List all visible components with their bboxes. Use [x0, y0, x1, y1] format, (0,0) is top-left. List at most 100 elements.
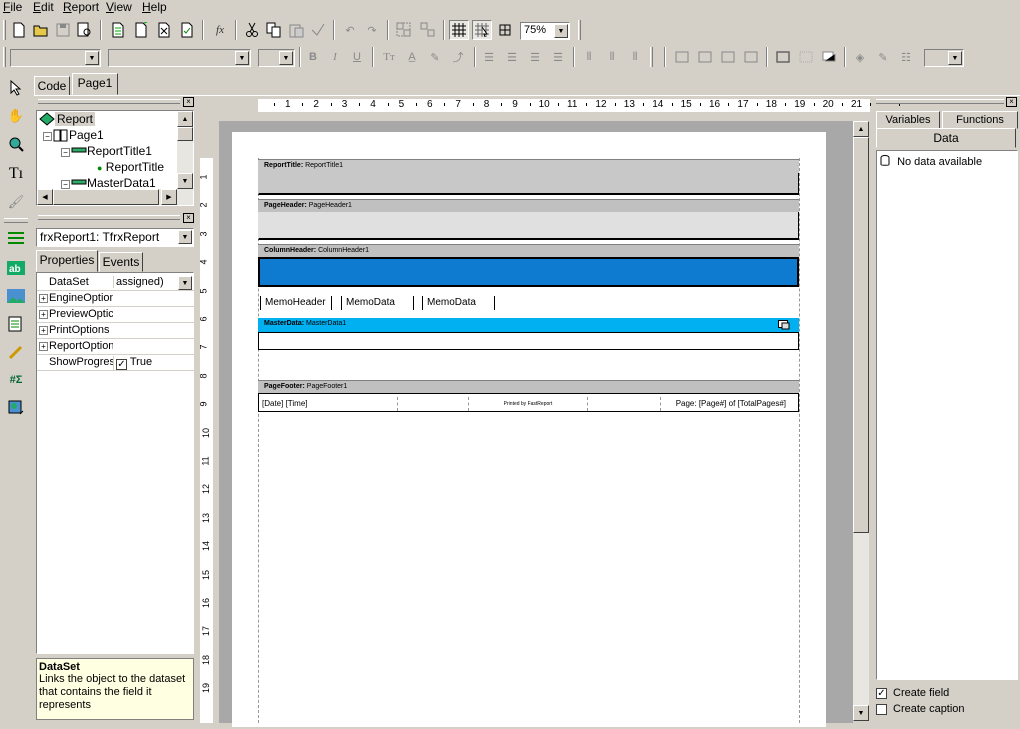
close-icon[interactable]: × — [183, 97, 194, 107]
align-center-icon[interactable]: ☰ — [502, 47, 522, 67]
tab-code[interactable]: Code — [34, 76, 70, 96]
new-page-icon[interactable] — [108, 20, 128, 40]
property-row[interactable]: + EngineOption — [37, 291, 194, 307]
font-color-icon[interactable]: A̲ — [402, 47, 422, 67]
scroll-up-icon[interactable]: ▲ — [177, 111, 193, 127]
show-progress-checkbox[interactable]: ✓ — [116, 359, 127, 370]
font-size-select[interactable]: ▼ — [258, 49, 295, 67]
expand-icon[interactable]: + — [39, 342, 48, 351]
close-icon[interactable]: × — [183, 213, 194, 223]
tree-item-reporttitle1[interactable]: − ReportTitle1 — [61, 144, 152, 158]
zoom-tool-icon[interactable] — [4, 132, 28, 156]
property-row[interactable]: ShowProgres ✓ True — [37, 355, 194, 371]
frame-all-icon[interactable] — [773, 47, 793, 67]
rotation-icon[interactable]: ⤴ — [448, 47, 468, 67]
align-middle-icon[interactable]: ⦀ — [602, 47, 622, 67]
redo-icon[interactable]: ↷ — [362, 20, 382, 40]
draw-line-icon[interactable] — [4, 340, 28, 364]
align-bottom-icon[interactable]: ⦀ — [625, 47, 645, 67]
align-top-icon[interactable]: ⦀ — [579, 47, 599, 67]
tab-page1[interactable]: Page1 — [72, 73, 118, 95]
hand-tool-icon[interactable]: ✋ — [4, 104, 28, 128]
property-row[interactable]: + PreviewOptic — [37, 307, 194, 323]
italic-icon[interactable]: I — [325, 47, 345, 67]
scroll-up-icon[interactable]: ▲ — [853, 121, 869, 137]
band-masterdata-caption[interactable]: MasterData: MasterData1 — [258, 318, 799, 332]
create-field-checkbox[interactable]: ✓ — [876, 688, 887, 699]
menu-help[interactable]: Help — [142, 0, 167, 16]
band-pagefooter-caption[interactable]: PageFooter: PageFooter1 — [258, 380, 799, 393]
band-reporttitle-caption[interactable]: ReportTitle: ReportTitle1 — [258, 159, 799, 173]
memo-header[interactable]: MemoHeader — [260, 296, 332, 310]
toolbar-grip[interactable] — [3, 20, 6, 40]
menu-report[interactable]: Report — [63, 0, 99, 16]
tree-item-reporttitle[interactable]: ● ReportTitle — [97, 160, 164, 174]
align-left-icon[interactable]: ☰ — [479, 47, 499, 67]
fill-color-icon[interactable]: ◈ — [850, 47, 870, 67]
align-to-grid-icon[interactable] — [472, 20, 492, 40]
property-row[interactable]: DataSet assigned) ▼ — [37, 275, 194, 291]
frame-bottom-icon[interactable] — [695, 47, 715, 67]
copy-icon[interactable] — [264, 20, 284, 40]
preview-icon[interactable] — [75, 20, 95, 40]
band-pageheader[interactable] — [258, 212, 799, 240]
expand-icon[interactable]: + — [39, 294, 48, 303]
insert-band-icon[interactable] — [4, 226, 28, 250]
zoom-select[interactable]: 75% ▼ — [520, 22, 570, 40]
band-pageheader-caption[interactable]: PageHeader: PageHeader1 — [258, 199, 799, 212]
new-report-icon[interactable] — [9, 20, 29, 40]
sysmemo-object-icon[interactable]: #Σ — [4, 368, 28, 392]
align-right-icon[interactable]: ☰ — [525, 47, 545, 67]
tab-properties[interactable]: Properties — [36, 250, 98, 272]
subreport-object-icon[interactable] — [4, 312, 28, 336]
font-settings-icon[interactable]: Tт — [379, 47, 399, 67]
band-reporttitle[interactable] — [258, 173, 799, 195]
ungroup-icon[interactable] — [418, 20, 438, 40]
frame-width-select[interactable]: ▼ — [924, 49, 964, 67]
tree-item-report[interactable]: Report — [39, 112, 96, 126]
menu-view[interactable]: View — [106, 0, 132, 16]
format-copy-icon[interactable]: 🖌 — [4, 190, 28, 214]
save-icon[interactable] — [53, 20, 73, 40]
paste-icon[interactable] — [286, 20, 306, 40]
scroll-left-icon[interactable]: ◀ — [37, 189, 53, 205]
band-data-icon[interactable] — [778, 320, 790, 330]
page-settings-icon[interactable] — [177, 20, 197, 40]
new-dialog-icon[interactable] — [131, 20, 151, 40]
tree-item-page1[interactable]: − Page1 — [43, 128, 104, 142]
frame-right-icon[interactable] — [741, 47, 761, 67]
frame-left-icon[interactable] — [718, 47, 738, 67]
close-icon[interactable]: × — [1006, 97, 1017, 107]
scroll-down-icon[interactable]: ▼ — [853, 705, 869, 721]
undo-icon[interactable]: ↶ — [340, 20, 360, 40]
tab-events[interactable]: Events — [99, 252, 143, 272]
band-columnheader-caption[interactable]: ColumnHeader: ColumnHeader1 — [258, 244, 799, 257]
bold-icon[interactable]: B — [303, 47, 323, 67]
font-name-select[interactable]: ▼ — [108, 49, 251, 67]
band-columnheader[interactable] — [258, 257, 799, 287]
chevron-down-icon[interactable]: ▼ — [178, 276, 192, 290]
expand-icon[interactable]: + — [39, 326, 48, 335]
group-icon[interactable] — [394, 20, 414, 40]
scroll-right-icon[interactable]: ▶ — [161, 189, 177, 205]
open-icon[interactable] — [31, 20, 51, 40]
memo-data[interactable]: MemoData — [341, 296, 414, 310]
justify-icon[interactable]: ☰ — [548, 47, 568, 67]
band-masterdata[interactable] — [258, 332, 799, 350]
delete-page-icon[interactable] — [154, 20, 174, 40]
frame-none-icon[interactable] — [796, 47, 816, 67]
underline-icon[interactable]: U — [347, 47, 367, 67]
footer-printed-by[interactable]: Printed by FastReport — [468, 397, 588, 411]
page-scrollbar[interactable]: ▲ ▼ — [853, 121, 869, 721]
show-grid-icon[interactable] — [449, 20, 469, 40]
object-selector[interactable]: frxReport1: TfrxReport ▼ — [36, 228, 194, 247]
copy-format-icon[interactable] — [308, 20, 328, 40]
scroll-down-icon[interactable]: ▼ — [177, 173, 193, 189]
create-caption-checkbox[interactable] — [876, 704, 887, 715]
footer-page-number[interactable]: Page: [Page#] of [TotalPages#] — [660, 397, 796, 411]
fx-icon[interactable]: fx — [210, 20, 230, 40]
frame-top-icon[interactable] — [672, 47, 692, 67]
tree-item-masterdata1[interactable]: − MasterData1 — [61, 176, 156, 190]
shadow-icon[interactable] — [819, 47, 839, 67]
cut-icon[interactable] — [242, 20, 262, 40]
